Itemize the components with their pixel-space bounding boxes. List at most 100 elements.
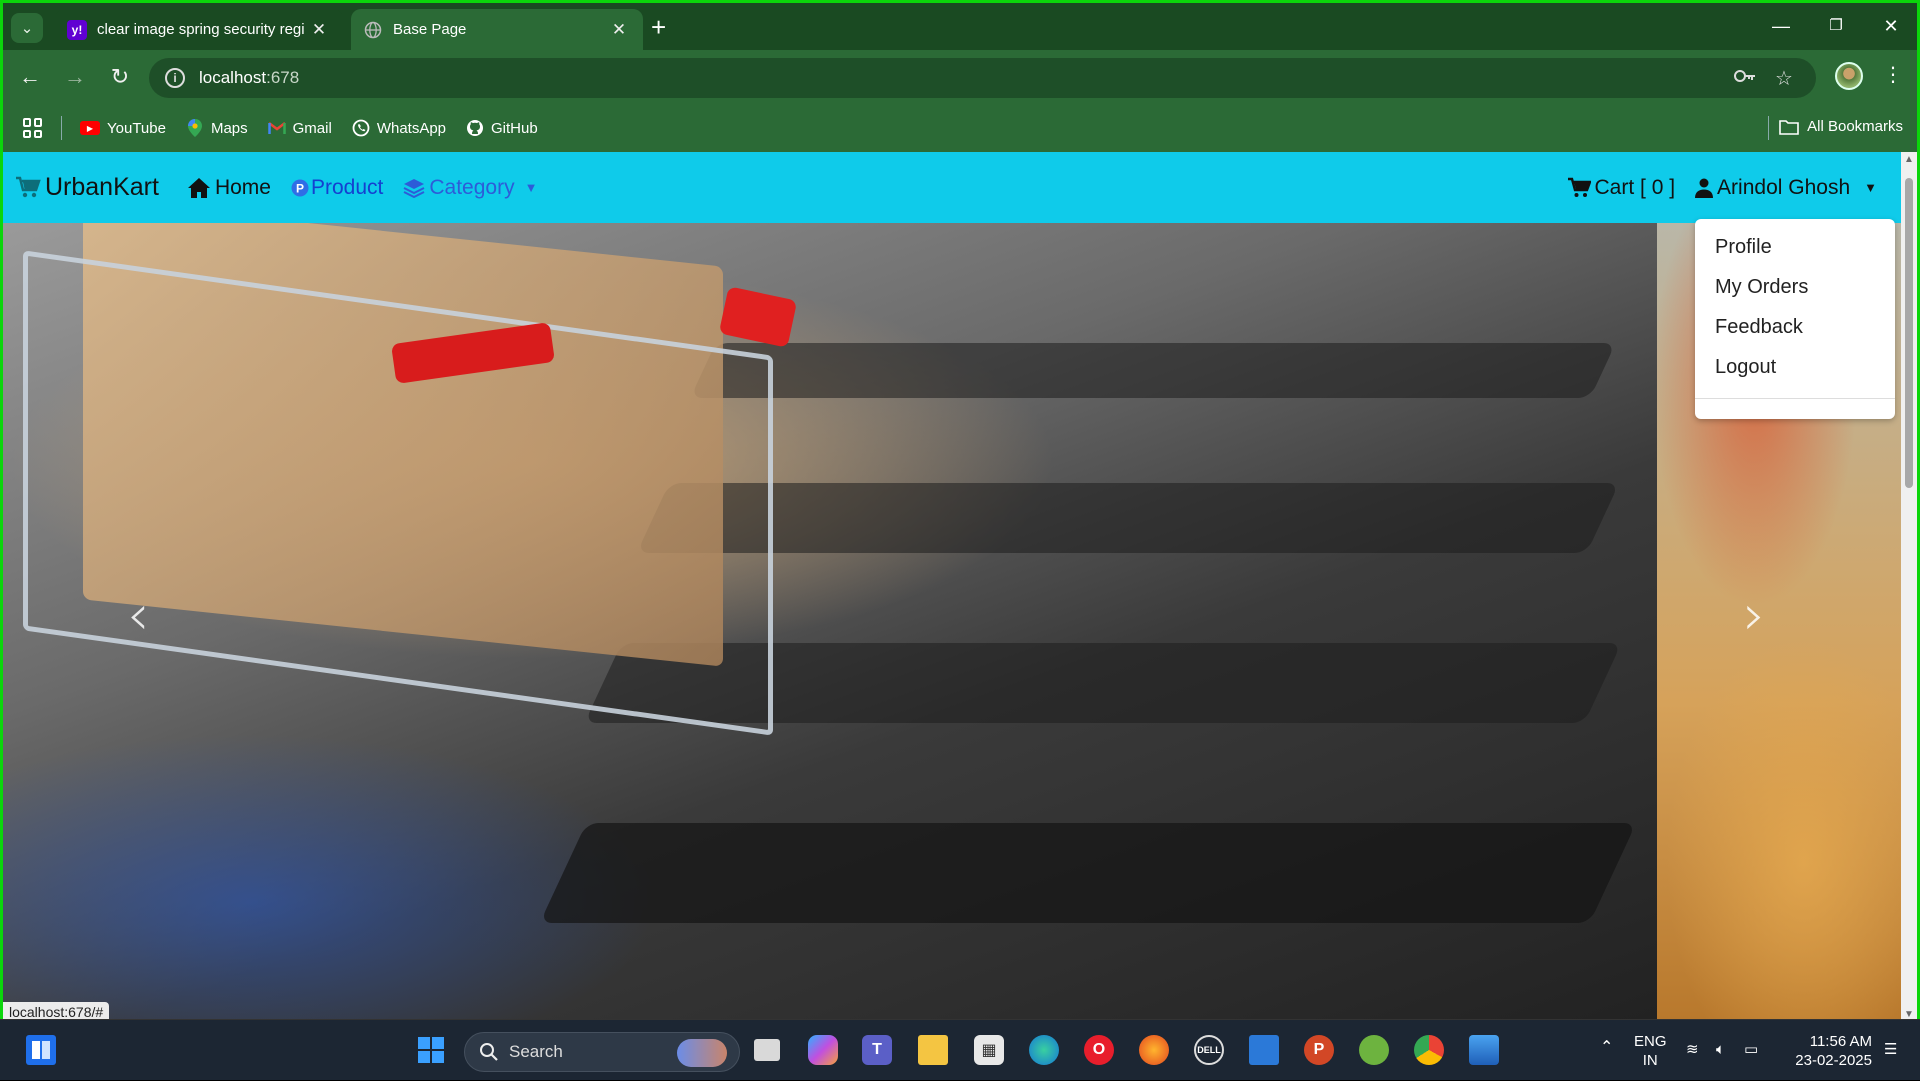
nav-user-dropdown[interactable]: Arindol Ghosh ▼ — [1695, 176, 1877, 200]
brand-link[interactable]: UrbanKart — [15, 173, 159, 202]
tab-yahoo[interactable]: y! clear image spring security regi ✕ — [55, 9, 343, 50]
tab-title: clear image spring security regi — [97, 21, 305, 38]
globe-icon — [363, 20, 383, 40]
profile-avatar[interactable] — [1835, 62, 1863, 90]
nav-home-label: Home — [214, 175, 271, 199]
keyboard-keys-image — [539, 823, 1637, 923]
caret-down-icon: ▼ — [1864, 180, 1877, 195]
close-window-button[interactable]: ✕ — [1871, 11, 1911, 41]
task-view-icon[interactable] — [754, 1039, 780, 1061]
close-tab-icon[interactable]: ✕ — [307, 20, 331, 40]
github-icon — [466, 119, 484, 137]
battery-icon[interactable]: ▭ — [1744, 1040, 1758, 1059]
volume-icon[interactable]: 🔈︎ — [1716, 1040, 1725, 1059]
forward-button[interactable]: → — [58, 60, 92, 94]
spring-tools-icon[interactable] — [1359, 1035, 1389, 1065]
apps-grid-icon[interactable] — [23, 118, 43, 138]
powerpoint-icon[interactable]: P — [1304, 1035, 1334, 1065]
menu-logout[interactable]: Logout — [1695, 347, 1895, 387]
all-bookmarks-button[interactable]: All Bookmarks — [1779, 118, 1903, 135]
clock[interactable]: 11:56 AM 23-02-2025 — [1784, 1032, 1872, 1070]
scroll-down-icon[interactable]: ▼ — [1904, 1009, 1914, 1019]
file-explorer-icon[interactable] — [918, 1035, 948, 1065]
photos-icon[interactable] — [1469, 1035, 1499, 1065]
youtube-icon: ▶ — [80, 121, 100, 135]
nav-product[interactable]: P Product — [291, 176, 383, 200]
tab-bar: ⌄ y! clear image spring security regi ✕ … — [3, 3, 1917, 50]
teams-icon[interactable]: T — [862, 1035, 892, 1065]
news-icon[interactable] — [1249, 1035, 1279, 1065]
edge-icon[interactable] — [1029, 1035, 1059, 1065]
opera-icon[interactable]: O — [1084, 1035, 1114, 1065]
menu-profile[interactable]: Profile — [1695, 227, 1895, 267]
lang-code: ENG — [1634, 1033, 1667, 1050]
shopping-cart-icon — [15, 176, 41, 200]
chrome-icon[interactable] — [1414, 1035, 1444, 1065]
taskbar-search[interactable]: Search — [464, 1032, 740, 1072]
close-tab-icon[interactable]: ✕ — [607, 20, 631, 40]
nav-category-dropdown[interactable]: Category ▼ — [403, 176, 537, 200]
user-icon — [1695, 178, 1714, 198]
url-text[interactable]: localhost:678 — [199, 68, 299, 88]
minimize-button[interactable]: — — [1761, 11, 1801, 41]
bookmark-gmail[interactable]: Gmail — [267, 119, 332, 137]
keyboard-keys-image — [690, 343, 1616, 398]
menu-divider — [1695, 398, 1895, 399]
copilot-icon[interactable] — [808, 1035, 838, 1065]
home-icon — [187, 177, 211, 199]
scroll-thumb[interactable] — [1905, 178, 1913, 488]
url-host: localhost — [199, 68, 267, 87]
cart-icon — [1567, 177, 1591, 199]
menu-my-orders[interactable]: My Orders — [1695, 267, 1895, 307]
browser-menu-icon[interactable]: ⋮ — [1883, 62, 1903, 87]
tab-title: Base Page — [393, 21, 467, 38]
browser-window: ⌄ y! clear image spring security regi ✕ … — [0, 0, 1920, 1019]
search-icon — [479, 1042, 499, 1062]
reload-button[interactable]: ↻ — [103, 60, 137, 94]
url-port: :678 — [266, 68, 300, 87]
restore-button[interactable]: ❐ — [1816, 11, 1856, 41]
carousel-slide-image — [3, 223, 1657, 1019]
browser-toolbar: ← → ↻ i localhost:678 ☆ ⋮ — [3, 50, 1917, 104]
password-key-icon[interactable] — [1733, 66, 1757, 92]
user-dropdown-menu: Profile My Orders Feedback Logout — [1695, 219, 1895, 419]
site-info-icon[interactable]: i — [165, 68, 185, 88]
wifi-icon[interactable]: ≋ — [1686, 1040, 1699, 1059]
dell-icon[interactable]: DELL — [1194, 1035, 1224, 1065]
bookmarks-divider — [1768, 116, 1769, 140]
hero-carousel: ‹ › localhost:678/# — [3, 223, 1901, 1019]
menu-feedback[interactable]: Feedback — [1695, 307, 1895, 347]
start-icon[interactable] — [416, 1035, 446, 1065]
all-bookmarks-label: All Bookmarks — [1807, 118, 1903, 135]
caret-down-icon: ▼ — [524, 180, 538, 195]
web-page: ‹ › localhost:678/# UrbanKart Home P Pro… — [3, 152, 1901, 1019]
bookmark-maps[interactable]: Maps — [186, 119, 248, 137]
firefox-icon[interactable] — [1139, 1035, 1169, 1065]
bookmark-youtube[interactable]: ▶ YouTube — [80, 120, 166, 137]
carousel-next-icon[interactable]: › — [1743, 583, 1765, 648]
notifications-icon[interactable]: ☰ — [1884, 1040, 1897, 1059]
search-label: Search — [509, 1042, 563, 1061]
tab-search-button[interactable]: ⌄ — [11, 13, 43, 43]
back-button[interactable]: ← — [13, 60, 47, 94]
address-bar[interactable]: i localhost:678 ☆ — [149, 58, 1816, 98]
bookmark-label: Maps — [210, 119, 248, 137]
carousel-prev-icon[interactable]: ‹ — [127, 583, 149, 648]
scroll-up-icon[interactable]: ▲ — [1904, 154, 1914, 165]
chevron-up-icon[interactable]: ⌃ — [1600, 1038, 1613, 1057]
bookmark-whatsapp[interactable]: WhatsApp — [352, 119, 446, 137]
widgets-icon[interactable] — [26, 1035, 56, 1065]
store-icon[interactable]: ▦ — [974, 1035, 1004, 1065]
site-navbar: UrbanKart Home P Product Category ▼ Cart… — [3, 152, 1901, 223]
layers-icon — [403, 178, 425, 198]
nav-home[interactable]: Home — [187, 176, 271, 200]
new-tab-button[interactable]: + — [651, 14, 666, 40]
clock-date: 23-02-2025 — [1795, 1052, 1872, 1069]
bookmark-github[interactable]: GitHub — [466, 119, 538, 137]
input-language[interactable]: ENG IN — [1634, 1032, 1667, 1070]
nav-cart[interactable]: Cart [ 0 ] — [1567, 176, 1675, 200]
page-scrollbar[interactable]: ▲ ▼ — [1901, 152, 1917, 1019]
bookmark-star-icon[interactable]: ☆ — [1775, 66, 1793, 91]
tab-base-page[interactable]: Base Page ✕ — [351, 9, 643, 50]
whatsapp-icon — [352, 119, 370, 137]
